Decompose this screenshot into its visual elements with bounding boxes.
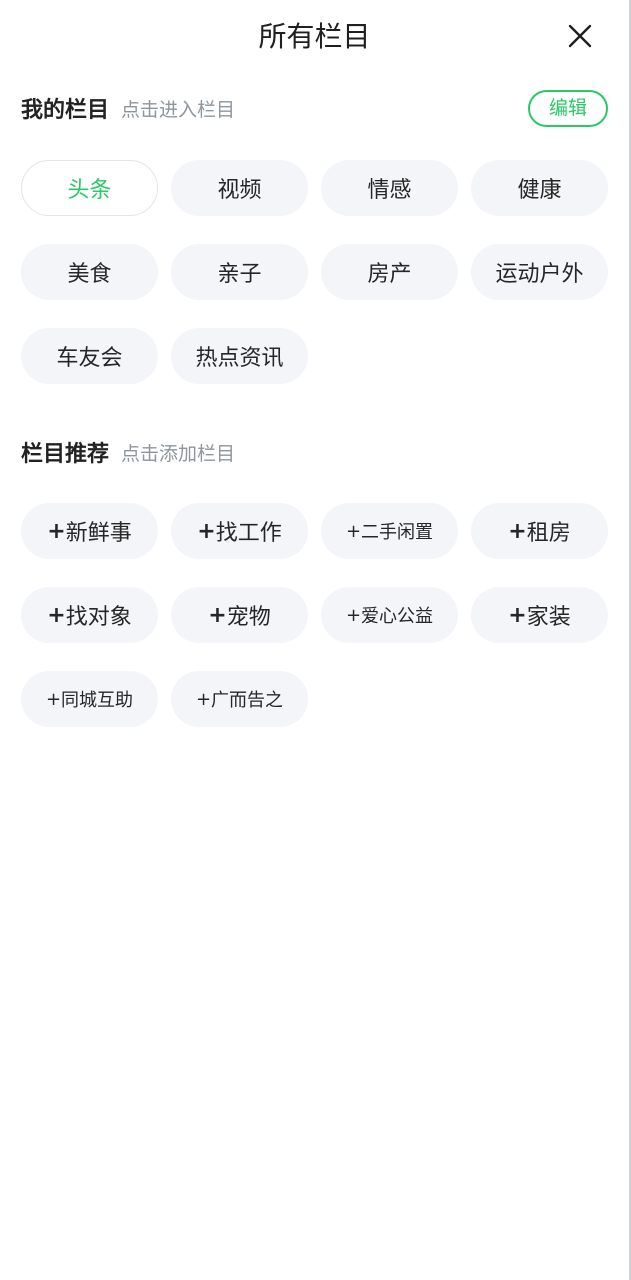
recommended-chip-label: 二手闲置 (361, 522, 434, 543)
channel-chip-label: 亲子 (217, 262, 262, 287)
channel-chip-label: 健康 (517, 178, 562, 203)
add-icon: + (47, 602, 66, 628)
channel-chip[interactable]: 房产 (321, 244, 458, 300)
recommended-chip-label: 新鲜事 (65, 521, 132, 546)
add-icon: + (208, 602, 227, 628)
my-channels-hint: 点击进入栏目 (121, 98, 236, 121)
channel-chip-label: 视频 (217, 178, 262, 203)
recommended-chip-label: 找对象 (65, 605, 132, 630)
recommended-chip-label: 广而告之 (211, 690, 284, 711)
channel-chip-active[interactable]: 头条 (21, 160, 158, 216)
recommended-chip-label: 同城互助 (61, 690, 134, 711)
close-button[interactable] (562, 18, 598, 54)
channel-chip[interactable]: 热点资讯 (171, 328, 308, 384)
recommended-chip[interactable]: + 家装 (471, 587, 608, 643)
channel-chip-label: 房产 (367, 262, 412, 287)
recommended-grid: + 新鲜事 + 找工作 + 二手闲置 + 租房 + 找对象 + 宠物 + 爱心公益 + 家装 + 同城互助 + 广而告… (21, 503, 609, 727)
recommended-chip-label: 租房 (526, 521, 571, 546)
close-icon (568, 24, 592, 48)
channel-chip-label: 美食 (67, 262, 112, 287)
channel-chip[interactable]: 情感 (321, 160, 458, 216)
add-icon: + (47, 518, 66, 544)
channel-chip[interactable]: 视频 (171, 160, 308, 216)
recommended-hint: 点击添加栏目 (121, 442, 236, 465)
recommended-chip[interactable]: + 广而告之 (171, 671, 308, 727)
channel-chip[interactable]: 美食 (21, 244, 158, 300)
add-icon: + (508, 602, 527, 628)
channel-chip[interactable]: 健康 (471, 160, 608, 216)
recommended-chip-label: 找工作 (215, 521, 282, 546)
channel-chip-label: 运动户外 (495, 262, 584, 287)
channel-chip-label: 车友会 (56, 346, 123, 371)
my-channels-header: 我的栏目 点击进入栏目 (21, 88, 235, 128)
recommended-chip-label: 家装 (526, 605, 571, 630)
channel-chip[interactable]: 亲子 (171, 244, 308, 300)
recommended-chip[interactable]: + 找对象 (21, 587, 158, 643)
my-channels-title: 我的栏目 (21, 98, 110, 123)
page-title: 所有栏目 (258, 20, 371, 53)
recommended-chip-label: 宠物 (226, 605, 271, 630)
channel-chip-label: 头条 (67, 178, 112, 203)
channel-chip[interactable]: 车友会 (21, 328, 158, 384)
recommended-chip[interactable]: + 同城互助 (21, 671, 158, 727)
channel-chip-label: 情感 (367, 178, 412, 203)
recommended-title: 栏目推荐 (21, 442, 110, 467)
add-icon: + (195, 688, 212, 710)
recommended-chip[interactable]: + 租房 (471, 503, 608, 559)
recommended-header: 栏目推荐 点击添加栏目 (21, 432, 235, 472)
add-icon: + (345, 520, 362, 542)
header: 所有栏目 (0, 0, 629, 76)
add-icon: + (345, 604, 362, 626)
edit-button[interactable]: 编辑 (528, 90, 608, 127)
recommended-chip-label: 爱心公益 (361, 606, 434, 627)
add-icon: + (45, 688, 62, 710)
recommended-chip[interactable]: + 宠物 (171, 587, 308, 643)
add-icon: + (197, 518, 216, 544)
add-icon: + (508, 518, 527, 544)
channel-chip-label: 热点资讯 (195, 346, 284, 371)
recommended-chip[interactable]: + 新鲜事 (21, 503, 158, 559)
recommended-chip[interactable]: + 爱心公益 (321, 587, 458, 643)
channel-chip[interactable]: 运动户外 (471, 244, 608, 300)
my-channels-grid: 头条 视频 情感 健康美食 亲子 房产 运动户外车友会 热点资讯 (21, 160, 609, 384)
recommended-chip[interactable]: + 二手闲置 (321, 503, 458, 559)
recommended-chip[interactable]: + 找工作 (171, 503, 308, 559)
